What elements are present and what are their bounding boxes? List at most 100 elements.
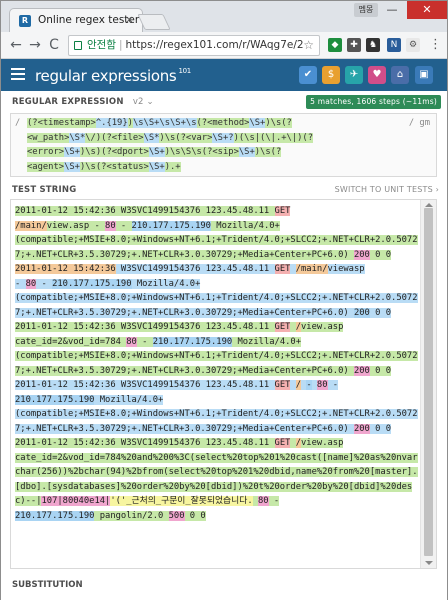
site-header: regular expressions 101 ✔ $ ✈ ♥ ⌂ ▣ <box>1 59 447 91</box>
match-segment: cate_id=2&vod_id=784 <box>15 336 121 347</box>
profile-button[interactable]: 멤몽 <box>354 3 378 17</box>
regex-token: )\s(? <box>254 147 282 157</box>
site-logo[interactable]: regular expressions 101 <box>35 67 191 85</box>
match-segment: 210.177.175.190 <box>15 394 95 405</box>
bookmark-star-icon[interactable]: ☆ <box>303 36 314 55</box>
match-segment: - <box>268 496 280 506</box>
match-segment: view.asp <box>301 322 344 332</box>
bug-icon[interactable]: ♥ <box>368 66 386 84</box>
match-segment: W3SVC1499154376 123.45.48.11 <box>115 322 275 332</box>
match-segment: 0 0 <box>184 510 206 521</box>
extension-notes-icon[interactable]: N <box>387 38 401 52</box>
version-selector[interactable]: v2 ⌄ <box>133 97 154 107</box>
match-segment: /main/ <box>295 264 328 274</box>
extension-shield-icon[interactable]: ◆ <box>328 38 342 52</box>
match-segment: /main/ <box>15 220 47 231</box>
regex-token: )\s)(?<dport> <box>79 147 149 157</box>
regex-input[interactable]: / (?<timestamp>^.{19})\s\S+\s\S+\s(?<met… <box>10 113 437 177</box>
address-bar[interactable]: 안전함 | https://regex101.com/r/WAqg7e/2 ☆ <box>68 35 320 56</box>
regex101-favicon-icon: R <box>19 15 31 27</box>
scroll-down-icon[interactable] <box>425 561 433 565</box>
match-segment: '('_근처의_구문이_잘못되었습니다. <box>110 496 253 506</box>
regex-token: ^.{19} <box>95 118 128 128</box>
match-segment <box>290 322 296 332</box>
match-segment: 2011-01-12 15:42:36 <box>15 438 116 448</box>
regex-token: \S+ <box>148 161 165 172</box>
browser-tab[interactable]: R Online regex tester and × <box>9 8 143 32</box>
regex-token: \S+ <box>64 161 80 172</box>
regex-token: \/) <box>85 132 102 143</box>
regex-token: <agent> <box>27 161 65 172</box>
browser-menu-icon[interactable]: ⋮ <box>429 37 442 53</box>
extension-evernote-icon[interactable]: ♞ <box>366 38 380 52</box>
test-section-header: TEST STRING SWITCH TO UNIT TESTS › <box>1 179 447 201</box>
donate-icon[interactable]: $ <box>322 66 340 84</box>
regex-token: (?<file> <box>101 132 144 143</box>
match-segment: 0 0 <box>369 365 392 376</box>
close-window-button[interactable]: ✕ <box>407 1 447 19</box>
match-segment: 210.177.175.190 <box>131 220 211 231</box>
match-segment: - <box>327 380 339 390</box>
scroll-thumb[interactable] <box>424 208 433 556</box>
reload-button[interactable]: C <box>45 37 63 53</box>
library-icon[interactable]: ⌂ <box>391 66 409 84</box>
match-segment: 0 0 <box>369 249 392 260</box>
regex-token: )\s\S\s(?<sip> <box>164 147 239 157</box>
match-segment: Mozilla/4.0+ <box>94 394 164 405</box>
hamburger-menu-icon[interactable] <box>11 68 25 82</box>
regex-line: (?<timestamp>^.{19})\s\S+\s\S+\s(?<metho… <box>27 116 402 131</box>
match-segment: W3SVC1499154376 123.45.48.11 <box>115 264 275 274</box>
extension-puzzle-icon[interactable]: ✚ <box>347 38 361 52</box>
regex-token: \S+ <box>64 147 80 157</box>
match-segment: 210.177.175.190 <box>15 510 95 521</box>
regex-token: \s\S+\s\S+\s <box>132 118 197 128</box>
test-scrollbar[interactable] <box>420 200 436 568</box>
match-segment: - <box>36 278 53 289</box>
save-icon[interactable]: ✔ <box>299 66 317 84</box>
logo-expressions: expressions <box>91 67 177 85</box>
forward-button[interactable]: → <box>26 37 44 53</box>
telegram-icon[interactable]: ✈ <box>345 66 363 84</box>
scroll-up-icon[interactable] <box>425 203 433 207</box>
match-segment: GET <box>274 322 291 332</box>
match-segment: pangolin/2.0 <box>94 510 169 521</box>
regex-token: \S+? <box>212 132 234 143</box>
match-segment: 80 <box>126 336 137 347</box>
match-segment: GET <box>274 380 291 390</box>
regex-section-title: REGULAR EXPRESSION <box>12 97 124 107</box>
match-segment: - <box>15 278 26 289</box>
match-segment: view.asp <box>46 220 90 231</box>
extension-tool-icon[interactable]: ⚙ <box>406 38 420 52</box>
account-icon[interactable]: ▣ <box>415 66 433 84</box>
match-segment: Mozilla/4.0+ <box>232 336 302 347</box>
match-info-badge: 5 matches, 1606 steps (~11ms) <box>306 95 441 109</box>
regex-token: \S+ <box>249 118 266 128</box>
match-segment: 2011-01-12 15:42:36 <box>15 264 116 274</box>
match-segment <box>290 264 296 274</box>
back-button[interactable]: ← <box>7 37 25 53</box>
minimize-button[interactable]: — <box>381 1 403 19</box>
match-segment: - <box>306 380 312 390</box>
match-segment: - <box>89 220 106 231</box>
regex-token: )\s(?<var> <box>159 132 213 143</box>
tab-close-icon[interactable]: × <box>125 13 134 26</box>
regex-flags[interactable]: / gm <box>409 116 430 131</box>
regex-token: )\s <box>265 118 282 128</box>
address-toolbar: ← → C 안전함 | https://regex101.com/r/WAqg7e/… <box>1 32 447 59</box>
match-segment: 107|80040e14| <box>41 496 111 506</box>
match-segment: 80 <box>257 496 269 506</box>
secure-label: 안전함 <box>87 39 116 51</box>
substitution-header[interactable]: SUBSTITUTION <box>1 573 447 601</box>
match-segment: 200 <box>353 423 370 434</box>
test-section-title: TEST STRING <box>12 185 77 195</box>
regex-token: <error> <box>27 147 65 157</box>
match-segment: view.asp <box>301 438 344 448</box>
match-segment: 0 0 <box>369 423 392 434</box>
match-segment: 80 <box>105 220 116 231</box>
match-segment: viewasp <box>327 264 365 274</box>
switch-unit-tests-link[interactable]: SWITCH TO UNIT TESTS › <box>335 185 439 194</box>
match-segment: 2011-01-12 15:42:36 <box>15 206 116 216</box>
regex-token: \S+ <box>148 147 165 157</box>
match-segment: GET <box>274 206 291 216</box>
test-string-input[interactable]: 2011-01-12 15:42:36 W3SVC1499154376 123.… <box>10 199 437 569</box>
